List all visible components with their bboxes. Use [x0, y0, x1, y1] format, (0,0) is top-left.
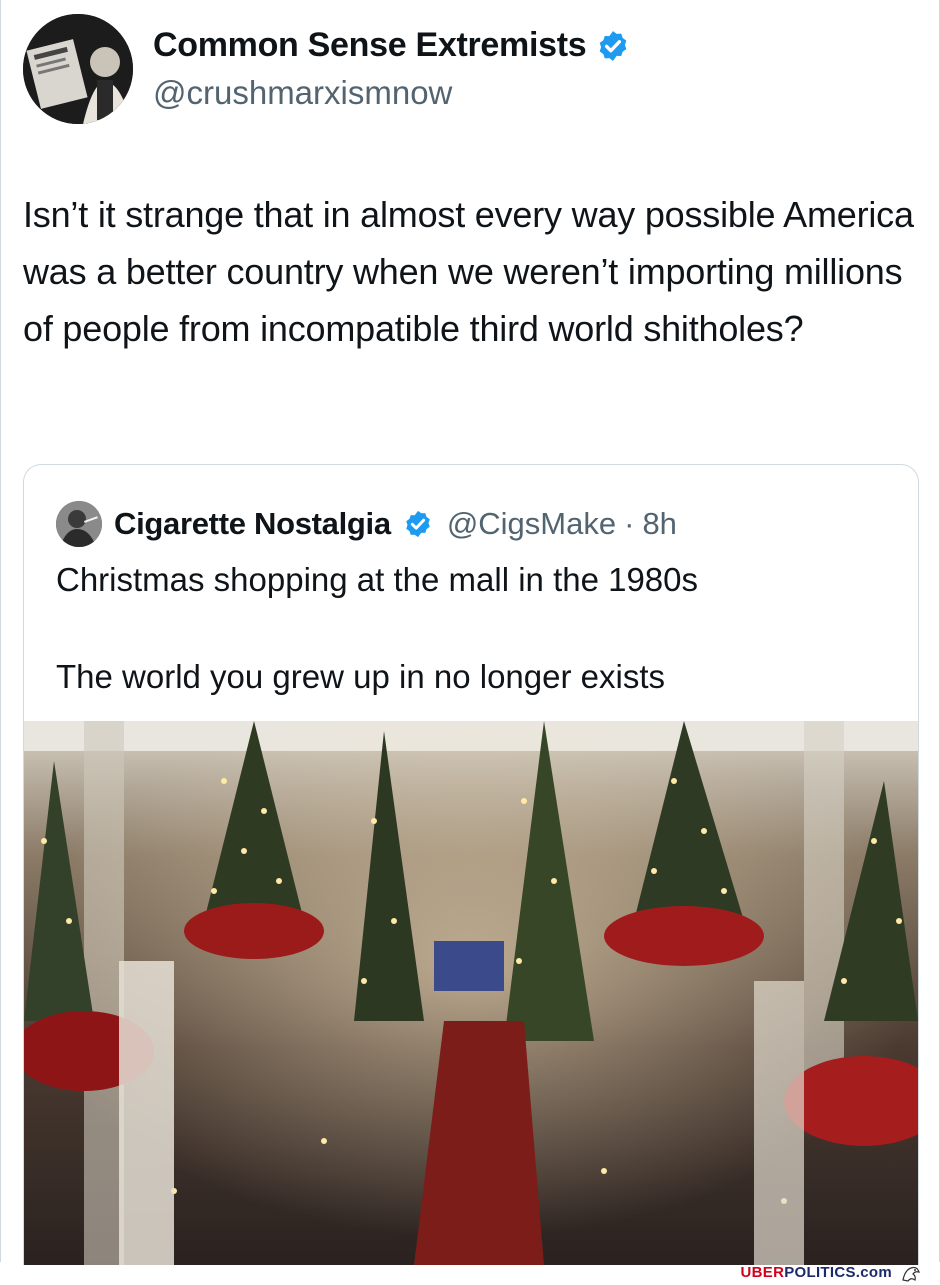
author-name[interactable]: Common Sense Extremists [153, 26, 587, 65]
quoted-text-line-2: The world you grew up in no longer exist… [56, 658, 665, 695]
author-avatar-image [23, 14, 133, 124]
quoted-author-avatar[interactable] [56, 501, 102, 547]
verified-badge-icon [600, 30, 627, 61]
tweet-text: Isn’t it strange that in almost every wa… [23, 194, 914, 349]
quoted-author-handle[interactable]: @CigsMake [447, 506, 616, 542]
watermark-brand: UBERPOLITICS.com [741, 1264, 892, 1281]
watermark-brand-part1: UBER [740, 1264, 785, 1281]
quoted-media-image[interactable] [24, 721, 918, 1265]
quoted-author-avatar-image [56, 501, 102, 547]
quoted-separator: · [624, 506, 635, 541]
author-name-row: Common Sense Extremists [153, 26, 630, 65]
eagle-logo-icon [902, 1266, 920, 1282]
quoted-author-name[interactable]: Cigarette Nostalgia [114, 506, 391, 542]
quoted-timestamp[interactable]: 8h [642, 506, 676, 542]
quoted-tweet-header: Cigarette Nostalgia @CigsMake · 8h [56, 501, 677, 547]
quoted-verified-badge-icon [406, 510, 430, 538]
watermark-brand-part2: POLITICS.com [784, 1264, 892, 1281]
author-handle[interactable]: @crushmarxismnow [153, 74, 452, 112]
tweet-card: Common Sense Extremists @crushmarxismnow… [0, 0, 940, 1265]
quoted-text-line-1: Christmas shopping at the mall in the 19… [56, 561, 699, 598]
quoted-tweet[interactable]: Cigarette Nostalgia @CigsMake · 8h Chris… [23, 464, 919, 1265]
author-avatar[interactable] [23, 14, 133, 124]
